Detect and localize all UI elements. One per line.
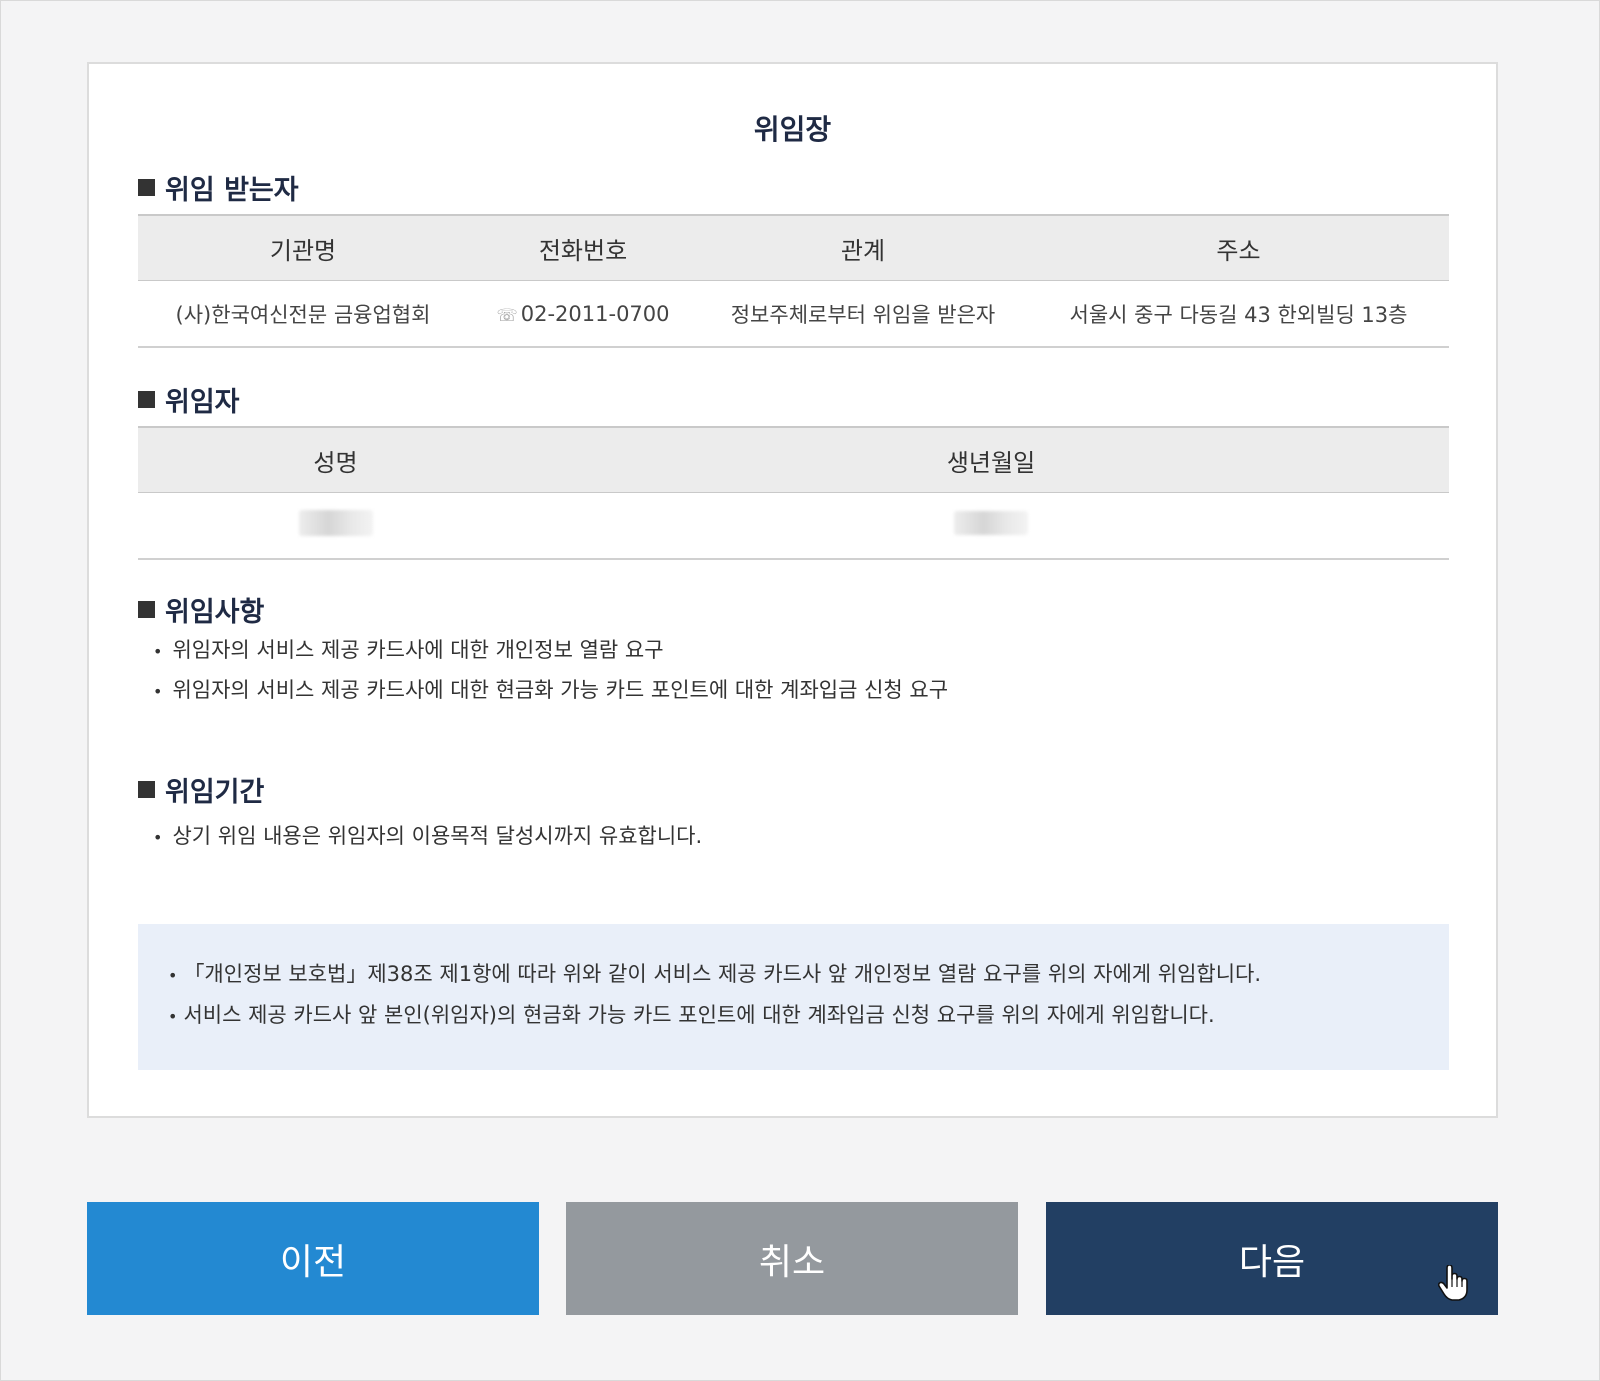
cancel-button[interactable]: 취소 [566,1202,1018,1315]
address-cell: 서울시 중구 다동길 43 한외빌딩 13층 [1028,280,1449,348]
page-title: 위임장 [753,113,832,146]
list-item: 위임자의 서비스 제공 카드사에 대한 현금화 가능 카드 포인트에 대한 계좌… [153,670,948,710]
section-matters-label: 위임사항 [165,597,265,628]
period-list: 상기 위임 내용은 위임자의 이용목적 달성시까지 유효합니다. [153,816,702,856]
table-header-row: 성명 생년월일 [138,426,1449,493]
section-delegatee-label: 위임 받는자 [165,175,299,206]
redacted-name [298,510,373,536]
hand-pointer-icon [1437,1264,1468,1305]
prev-button[interactable]: 이전 [87,1202,539,1315]
table-row: (사)한국여신전문 금융업협회 ☏ 02-2011-0700 정보주체로부터 위임… [138,280,1449,348]
delegation-form-card: 위임장 위임 받는자 기관명 전화번호 관계 주소 (사)한국여신전문 금융업협… [87,62,1498,1118]
phone-number: 02-2011-0700 [520,301,670,326]
notice-item: 「개인정보 보호법」제38조 제1항에 따라 위와 같이 서비스 제공 카드사 … [168,954,1449,995]
square-bullet-icon [138,179,155,196]
delegator-table: 성명 생년월일 [138,426,1449,560]
name-cell-redacted [138,492,533,560]
column-header-name: 성명 [138,426,533,493]
table-header-row: 기관명 전화번호 관계 주소 [138,214,1449,281]
delegatee-table: 기관명 전화번호 관계 주소 (사)한국여신전문 금융업협회 ☏ 02-2011-… [138,214,1449,348]
matters-list: 위임자의 서비스 제공 카드사에 대한 개인정보 열람 요구 위임자의 서비스 … [153,630,948,710]
square-bullet-icon [138,391,155,408]
notice-item: 서비스 제공 카드사 앞 본인(위임자)의 현금화 가능 카드 포인트에 대한 … [168,995,1449,1036]
column-header-birthdate: 생년월일 [533,426,1449,493]
section-delegatee-heading: 위임 받는자 [138,168,299,207]
column-header-address: 주소 [1028,214,1449,281]
section-matters-heading: 위임사항 [138,590,264,629]
notice-box: 「개인정보 보호법」제38조 제1항에 따라 위와 같이 서비스 제공 카드사 … [138,924,1449,1070]
section-period-heading: 위임기간 [138,770,264,809]
section-delegator-heading: 위임자 [138,380,240,419]
section-period-label: 위임기간 [165,777,265,808]
relation-cell: 정보주체로부터 위임을 받은자 [698,280,1028,348]
column-header-relation: 관계 [698,214,1028,281]
column-header-org: 기관명 [138,214,468,281]
phone-icon: ☏ [496,305,518,326]
section-delegator-label: 위임자 [165,387,240,418]
redacted-birthdate [954,511,1028,535]
square-bullet-icon [138,781,155,798]
phone-cell: ☏ 02-2011-0700 [468,280,698,348]
square-bullet-icon [138,601,155,618]
birthdate-cell-redacted [533,492,1449,560]
org-name-cell: (사)한국여신전문 금융업협회 [138,280,468,348]
column-header-phone: 전화번호 [468,214,698,281]
list-item: 위임자의 서비스 제공 카드사에 대한 개인정보 열람 요구 [153,630,948,670]
next-button[interactable]: 다음 [1046,1202,1498,1315]
list-item: 상기 위임 내용은 위임자의 이용목적 달성시까지 유효합니다. [153,816,702,856]
table-row [138,492,1449,560]
